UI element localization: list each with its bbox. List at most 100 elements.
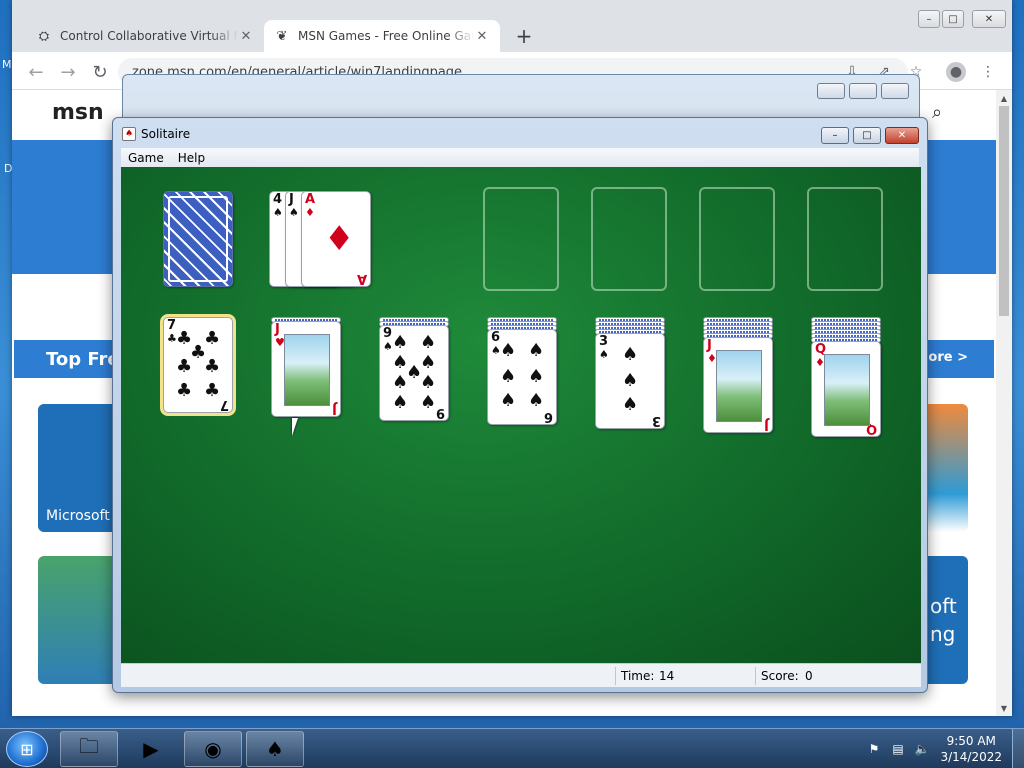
face-card-art	[824, 354, 870, 426]
card-pip: ♠	[420, 392, 437, 413]
tableau-card[interactable]: 3 ♠ 3 ♠ ♠ ♠	[595, 333, 665, 429]
score-label: Score:	[761, 669, 799, 683]
card-pip: ♠	[500, 340, 517, 361]
new-tab-button[interactable]: +	[512, 24, 536, 48]
solitaire-window: ♠ Solitaire – □ ✕ Game Help 4 ♠ J ♠ A ♦ …	[112, 117, 928, 693]
close-button[interactable]	[881, 83, 909, 99]
status-bar: Time: 14 Score: 0	[121, 663, 921, 687]
card-pip: ♠	[622, 344, 639, 365]
card-pip: ♠	[500, 366, 517, 387]
stock-pile[interactable]	[163, 191, 233, 287]
card-pip: ♠	[500, 390, 517, 411]
close-icon[interactable]: ✕	[474, 28, 490, 44]
card-pip: ♠	[420, 352, 437, 373]
face-card-art	[284, 334, 330, 406]
card-rank: J	[275, 322, 280, 337]
scroll-up-icon[interactable]: ▲	[996, 90, 1012, 106]
card-rank: 7	[219, 397, 229, 412]
tableau-card[interactable]: 7 ♣ 7 ♣ ♣ ♣ ♣ ♣ ♣ ♣	[163, 317, 233, 413]
game-tile-right-2[interactable]: oft ng	[922, 556, 968, 684]
minimize-button[interactable]	[817, 83, 845, 99]
card-suit: ♠	[599, 348, 609, 361]
taskbar: ⊞ 🗀 ▶ ◉ ♠ ⚑ ▤ 🔈 9:50 AM 3/14/2022	[0, 728, 1024, 768]
search-icon[interactable]: ⌕	[932, 102, 942, 123]
card-pip: ♣	[204, 380, 221, 401]
tableau-card[interactable]: Q ♦ Q	[811, 341, 881, 437]
waste-top-card[interactable]: A ♦ ♦ A	[301, 191, 371, 287]
card-pip: ♠	[392, 372, 409, 393]
minimize-button[interactable]: –	[821, 127, 849, 144]
card-pip: ♠	[528, 390, 545, 411]
tableau-card[interactable]: 9 ♠ 9 ♠ ♠ ♠ ♠ ♠ ♠ ♠ ♠ ♠	[379, 325, 449, 421]
msn-logo[interactable]: msn	[52, 100, 104, 125]
card-rank: J	[707, 338, 712, 353]
card-pip: ♠	[528, 340, 545, 361]
start-button[interactable]: ⊞	[6, 731, 48, 767]
forward-icon[interactable]: →	[56, 60, 80, 84]
card-rank: 3	[651, 413, 661, 428]
foundation-slot[interactable]	[483, 187, 559, 291]
action-center-icon[interactable]: ⚑	[866, 741, 882, 757]
vm-icon: ⛭	[38, 28, 50, 44]
card-pip: ♣	[204, 356, 221, 377]
card-rank: 3	[599, 334, 609, 349]
close-button[interactable]: ✕	[885, 127, 919, 144]
minimize-button[interactable]: –	[918, 10, 940, 28]
clock-time: 9:50 AM	[946, 734, 996, 748]
desktop-icon-label: M	[2, 58, 12, 71]
reload-icon[interactable]: ↻	[88, 60, 112, 84]
file-explorer-icon[interactable]: 🗀	[60, 731, 118, 767]
solitaire-icon[interactable]: ♠	[246, 731, 304, 767]
maximize-button[interactable]	[849, 83, 877, 99]
back-icon[interactable]: ←	[24, 60, 48, 84]
menu-bar: Game Help	[121, 148, 919, 167]
profile-icon[interactable]: ●	[946, 62, 966, 82]
tableau-card[interactable]: 6 ♠ 6 ♠ ♠ ♠ ♠ ♠ ♠	[487, 329, 557, 425]
card-rank: 6	[491, 330, 501, 345]
scroll-thumb[interactable]	[999, 106, 1009, 316]
tab-title: MSN Games - Free Online Games	[298, 29, 474, 43]
network-icon[interactable]: ▤	[890, 741, 906, 757]
tile-label: Microsoft	[46, 508, 110, 524]
foundation-slot[interactable]	[699, 187, 775, 291]
menu-game[interactable]: Game	[121, 151, 171, 165]
score-value: 0	[805, 669, 813, 683]
tab-title: Control Collaborative Virtual Ma	[60, 29, 238, 43]
menu-help[interactable]: Help	[171, 151, 212, 165]
show-desktop-button[interactable]	[1012, 729, 1024, 768]
close-button[interactable]: ✕	[972, 10, 1006, 28]
window-title: Solitaire	[141, 127, 191, 141]
foundation-slot[interactable]	[591, 187, 667, 291]
card-pip: ♠	[392, 392, 409, 413]
chrome-icon[interactable]: ◉	[184, 731, 242, 767]
card-rank: 9	[383, 326, 393, 341]
tableau-card[interactable]: J ♥ J	[271, 321, 341, 417]
game-felt[interactable]: 4 ♠ J ♠ A ♦ ♦ A 7 ♣ 7 ♣ ♣ ♣ ♣ ♣ ♣ ♣ J ♥ J 9 ♠ 9 ♠ ♠ ♠ ♠ ♠ ♠ ♠ ♠…	[121, 167, 921, 663]
tab-control-collaborative[interactable]: ⛭ Control Collaborative Virtual Ma ✕	[26, 20, 264, 52]
card-pip: ♣	[204, 328, 221, 349]
page-scrollbar[interactable]: ▲ ▼	[996, 90, 1012, 716]
tab-msn-games[interactable]: ❦ MSN Games - Free Online Games ✕	[264, 20, 500, 52]
maximize-button[interactable]: □	[853, 127, 881, 144]
card-pip: ♠	[420, 332, 437, 353]
mouse-cursor	[292, 418, 304, 436]
solitaire-app-icon: ♠	[122, 127, 136, 141]
clock[interactable]: 9:50 AM 3/14/2022	[940, 733, 1002, 765]
card-pip: ♠	[392, 332, 409, 353]
card-rank: 6	[543, 409, 553, 424]
game-tile-right[interactable]	[922, 404, 968, 532]
time-value: 14	[659, 669, 675, 683]
close-icon[interactable]: ✕	[238, 28, 254, 44]
menu-kebab-icon[interactable]: ⋮	[978, 62, 998, 82]
card-pip: ♠	[622, 394, 639, 415]
card-rank: J	[332, 401, 337, 416]
media-player-icon[interactable]: ▶	[122, 731, 180, 767]
card-rank: J	[764, 417, 769, 432]
card-pip: ♠	[622, 370, 639, 391]
maximize-button[interactable]: □	[942, 10, 964, 28]
foundation-slot[interactable]	[807, 187, 883, 291]
volume-icon[interactable]: 🔈	[914, 741, 930, 757]
tableau-card[interactable]: J ♦ J	[703, 337, 773, 433]
scroll-down-icon[interactable]: ▼	[996, 700, 1012, 716]
card-pip: ♣	[176, 380, 193, 401]
